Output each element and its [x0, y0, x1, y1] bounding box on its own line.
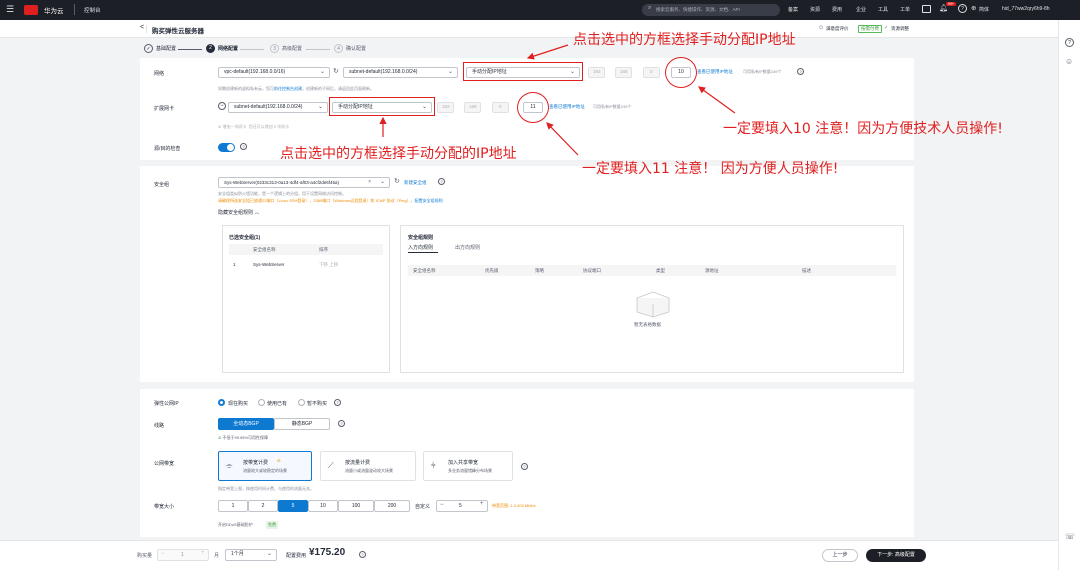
arrow-line	[526, 44, 569, 60]
arrow-line	[546, 122, 579, 156]
annotation-arrows	[379, 44, 736, 156]
arrow-line	[698, 86, 736, 114]
